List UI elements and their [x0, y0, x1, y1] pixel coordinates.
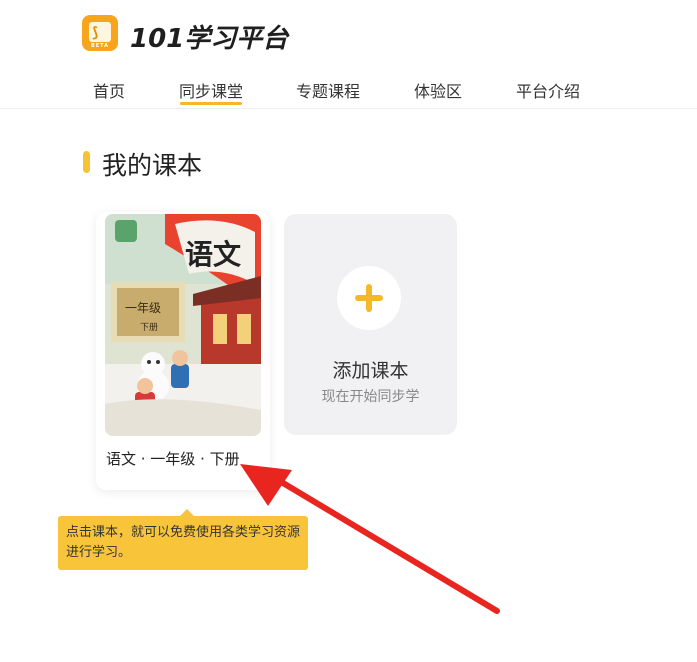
annotation-arrow-icon	[240, 464, 500, 614]
